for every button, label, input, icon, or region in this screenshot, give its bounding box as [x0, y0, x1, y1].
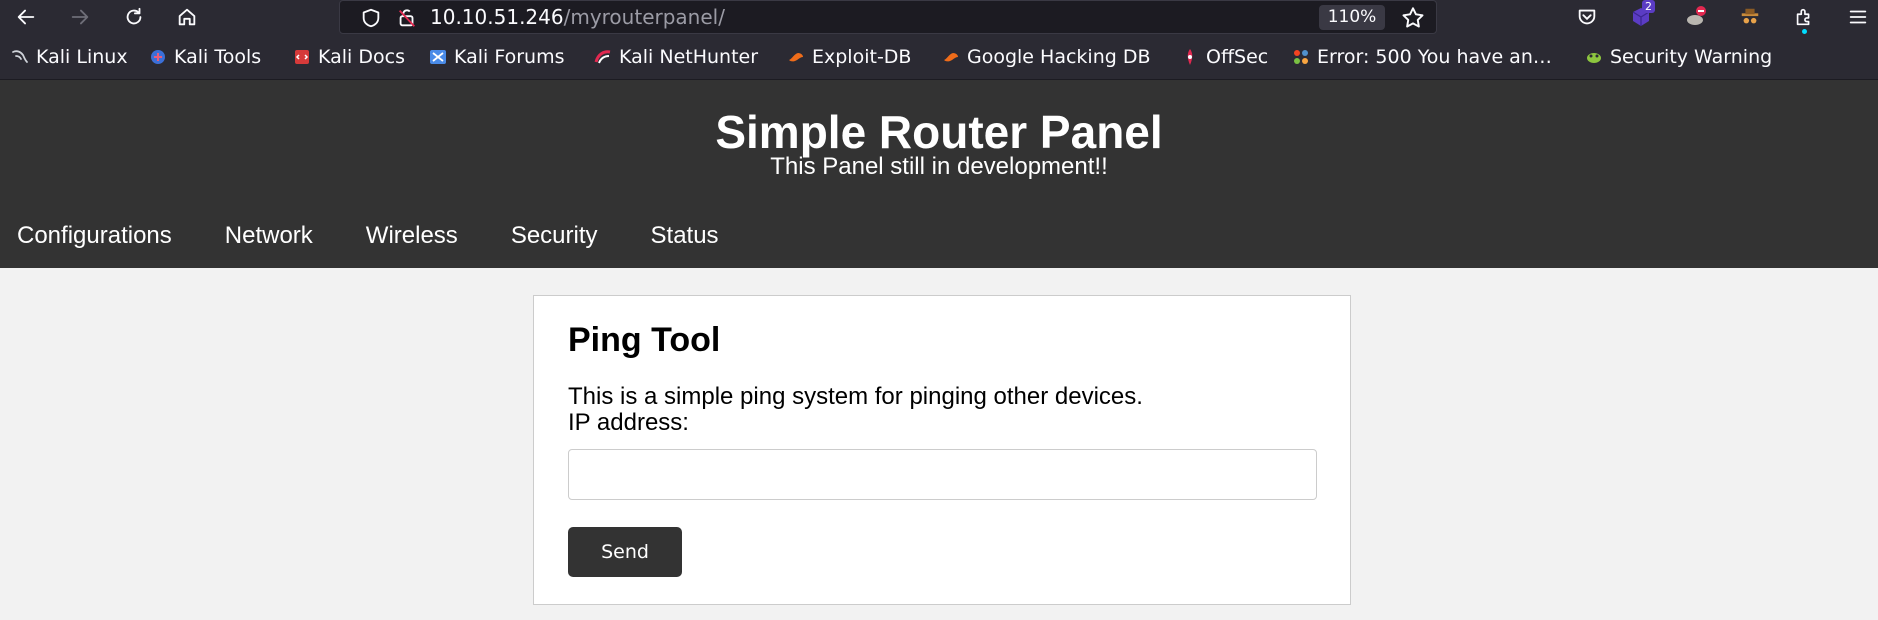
url-path: /myrouterpanel/ [563, 5, 725, 29]
bookmark-exploit-db[interactable]: Exploit-DB [787, 44, 911, 70]
bookmark-label: Error: 500 You have an… [1317, 46, 1552, 68]
bookmark-kali-tools[interactable]: Kali Tools [149, 44, 261, 70]
pocket-icon[interactable] [1574, 4, 1600, 30]
nethunter-icon [594, 48, 612, 66]
bookmark-kali-docs[interactable]: Kali Docs [293, 44, 405, 70]
kali-forums-icon [429, 48, 447, 66]
ping-tool-description: This is a simple ping system for pinging… [568, 383, 1143, 410]
ghdb-icon [942, 48, 960, 66]
extension-count-badge: 2 [1642, 0, 1655, 13]
bookmark-label: Security Warning [1610, 46, 1773, 68]
site-header: Simple Router Panel This Panel still in … [0, 80, 1878, 268]
joomla-icon [1292, 48, 1310, 66]
url-host: 10.10.51.246 [430, 5, 564, 29]
bookmark-label: Kali Docs [318, 46, 405, 68]
bookmark-label: Kali Linux [36, 46, 128, 68]
kali-tools-icon [149, 48, 167, 66]
kali-docs-icon [293, 48, 311, 66]
back-icon[interactable] [11, 2, 41, 32]
menu-item-network[interactable]: Network [208, 218, 330, 254]
extension-icon[interactable] [1791, 4, 1817, 34]
zoom-level-badge[interactable]: 110% [1319, 5, 1385, 30]
bookmark-error-500[interactable]: Error: 500 You have an… [1292, 44, 1552, 70]
bookmark-google-hacking-db[interactable]: Google Hacking DB [942, 44, 1151, 70]
url-text[interactable]: 10.10.51.246/myrouterpanel/ [430, 1, 725, 33]
bookmark-kali-nethunter[interactable]: Kali NetHunter [594, 44, 758, 70]
site-subtitle: This Panel still in development!! [770, 153, 1108, 180]
main-menu: Configurations Network Wireless Security… [0, 218, 755, 254]
bookmark-label: OffSec [1206, 46, 1269, 68]
menu-item-wireless[interactable]: Wireless [349, 218, 475, 254]
bookmark-label: Google Hacking DB [967, 46, 1151, 68]
ping-tool-title: Ping Tool [568, 321, 721, 359]
bookmark-security-warning[interactable]: Security Warning [1585, 44, 1772, 70]
shield-icon[interactable] [360, 7, 382, 29]
home-icon[interactable] [172, 2, 202, 32]
bookmark-kali-linux[interactable]: Kali Linux [11, 44, 128, 70]
menu-item-status[interactable]: Status [634, 218, 736, 254]
security-warning-icon [1585, 48, 1603, 66]
bookmarks-bar: Kali Linux Kali Tools Kali Docs Kali For… [0, 34, 1878, 80]
site-title: Simple Router Panel [715, 106, 1163, 158]
blocker-extension-icon[interactable] [1683, 4, 1709, 30]
kali-dragon-icon [11, 48, 29, 66]
spy-extension-icon[interactable] [1737, 4, 1763, 30]
send-button[interactable]: Send [568, 527, 682, 577]
menu-item-configurations[interactable]: Configurations [0, 218, 189, 254]
reload-icon[interactable] [119, 2, 149, 32]
bookmark-label: Kali NetHunter [619, 46, 759, 68]
offsec-icon [1181, 48, 1199, 66]
ping-tool-card: Ping Tool This is a simple ping system f… [533, 295, 1351, 605]
bookmark-label: Kali Tools [174, 46, 262, 68]
ip-address-input[interactable] [568, 449, 1317, 500]
bookmark-offsec[interactable]: OffSec [1181, 44, 1268, 70]
extension-cube-icon[interactable]: 2 [1628, 0, 1655, 30]
browser-toolbar: 10.10.51.246/myrouterpanel/ 110% 2 [0, 0, 1878, 34]
lock-icon[interactable] [396, 7, 418, 29]
menu-item-security[interactable]: Security [494, 218, 615, 254]
bookmark-kali-forums[interactable]: Kali Forums [429, 44, 565, 70]
ip-address-label: IP address: [568, 409, 689, 436]
bookmark-label: Kali Forums [454, 46, 565, 68]
star-icon[interactable] [1400, 5, 1426, 31]
bookmark-label: Exploit-DB [812, 46, 912, 68]
exploit-db-icon [787, 48, 805, 66]
menu-icon[interactable] [1845, 4, 1871, 30]
url-bar[interactable]: 10.10.51.246/myrouterpanel/ 110% [339, 0, 1437, 34]
forward-icon[interactable] [65, 2, 95, 32]
